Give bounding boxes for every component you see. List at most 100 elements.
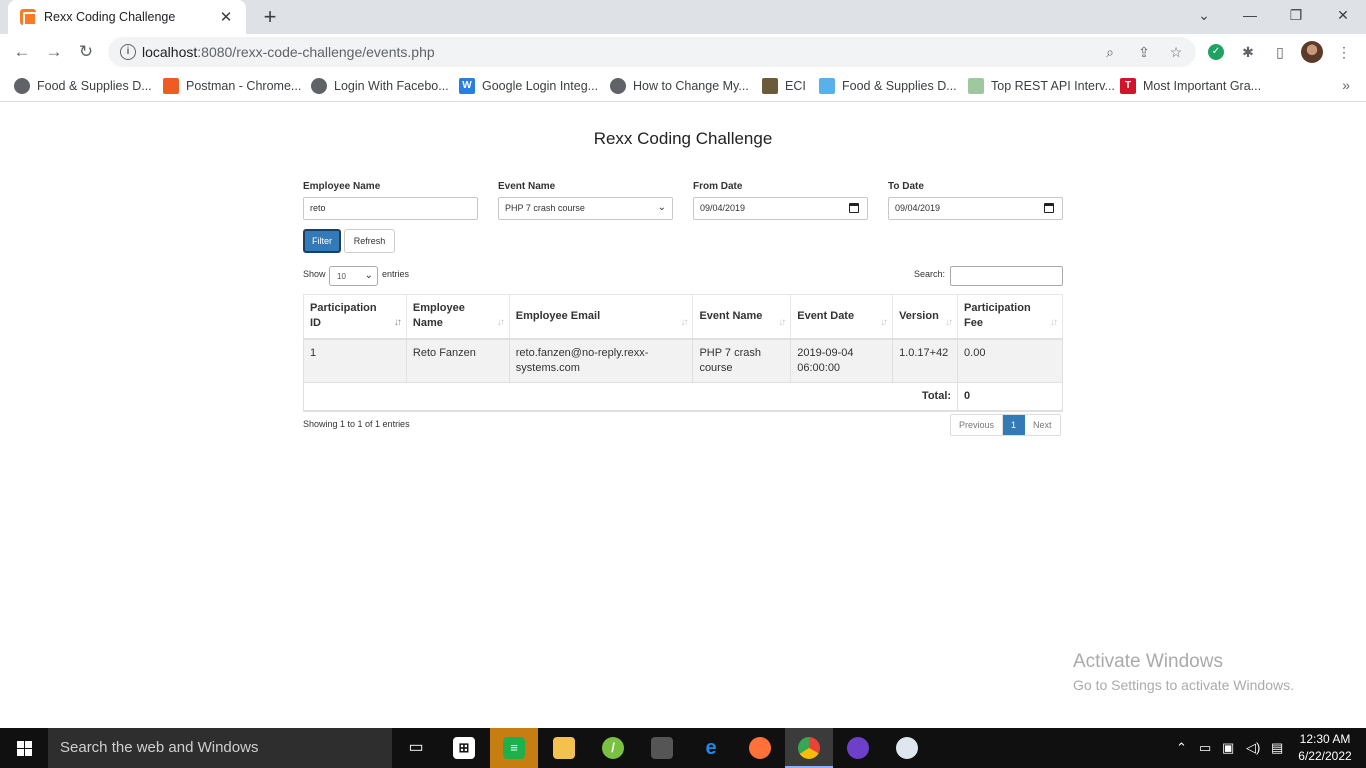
tab-search-icon[interactable]: ⌄ — [1181, 0, 1227, 32]
to-date-input[interactable]: 09/04/2019 — [888, 197, 1063, 220]
next-page-button[interactable]: Next — [1025, 415, 1060, 435]
vm-app-icon[interactable] — [638, 728, 686, 768]
events-table: Participation ID ↓↑ Employee Name ↓↑ Employe… — [302, 294, 1063, 412]
side-panel-icon[interactable]: ▯ — [1270, 42, 1290, 62]
profile-avatar[interactable] — [1301, 41, 1323, 63]
cell-employee-email: reto.fanzen@no-reply.rexx-systems.com — [508, 338, 693, 383]
close-window-button[interactable]: ✕ — [1320, 0, 1366, 32]
bookmark-item[interactable]: T Most Important Gra... — [1120, 76, 1261, 96]
task-view-icon[interactable]: ▭ — [392, 728, 440, 768]
network-icon[interactable]: ▣ — [1222, 728, 1234, 768]
cell-text: reto.fanzen@no-reply.rexx- — [515, 346, 649, 359]
share-icon[interactable]: ⇪ — [1134, 42, 1154, 62]
battery-icon[interactable]: ▭ — [1199, 728, 1211, 768]
store-icon[interactable]: ⊞ — [440, 728, 488, 768]
new-tab-button[interactable]: + — [258, 4, 282, 30]
site-info-icon[interactable]: i — [120, 44, 136, 60]
browser-toolbar: ← → ↻ i localhost:8080/rexx-code-challen… — [0, 34, 1366, 70]
browser-tab[interactable]: Rexx Coding Challenge ✕ — [8, 0, 246, 34]
calendar-icon[interactable] — [1044, 203, 1054, 213]
paint-icon[interactable] — [883, 728, 931, 768]
to-date-label: To Date — [888, 181, 924, 192]
zoom-icon[interactable]: ⌕ — [1100, 42, 1120, 62]
filter-button[interactable]: Filter — [303, 229, 341, 253]
taskbar-search-box[interactable]: Search the web and Windows — [48, 728, 392, 768]
header-label: Participation — [964, 302, 1031, 315]
tray-chevron-icon[interactable]: ⌃ — [1176, 728, 1187, 768]
volume-icon[interactable]: ◁) — [1246, 728, 1260, 768]
bookmark-item[interactable]: Postman - Chrome... — [163, 76, 301, 96]
app-green-icon[interactable]: ≡ — [490, 728, 538, 768]
reload-icon[interactable]: ↻ — [72, 38, 100, 66]
column-header-participation-id[interactable]: Participation ID ↓↑ — [303, 294, 407, 340]
column-header-participation-fee[interactable]: Participation Fee ↓↑ — [957, 294, 1063, 340]
bookmarks-overflow-icon[interactable]: » — [1342, 77, 1350, 93]
start-button[interactable] — [0, 728, 48, 768]
table-row: 1 Reto Fanzen reto.fanzen@no-reply.rexx-… — [303, 338, 1063, 383]
search-label: Search: — [914, 269, 946, 279]
bookmark-label: Top REST API Interv... — [991, 79, 1115, 93]
column-header-employee-email[interactable]: Employee Email ↓↑ — [508, 294, 693, 340]
table-info: Showing 1 to 1 of 1 entries — [303, 419, 410, 429]
entries-label: entries — [382, 269, 410, 279]
minimize-button[interactable]: — — [1227, 0, 1273, 32]
cell-participation-id: 1 — [303, 338, 407, 383]
restore-button[interactable]: ❐ — [1273, 0, 1319, 32]
editor-leaf-icon[interactable]: / — [589, 728, 637, 768]
github-icon[interactable] — [834, 728, 882, 768]
bookmark-label: How to Change My... — [633, 79, 749, 93]
column-header-version[interactable]: Version ↓↑ — [892, 294, 958, 340]
header-label: Participation — [310, 302, 377, 315]
chrome-icon[interactable] — [785, 728, 833, 768]
bookmark-star-icon[interactable]: ☆ — [1166, 42, 1186, 62]
watermark-subtitle: Go to Settings to activate Windows. — [1073, 677, 1294, 693]
bookmark-item[interactable]: Top REST API Interv... — [968, 76, 1115, 96]
firefox-icon[interactable] — [736, 728, 784, 768]
column-header-employee-name[interactable]: Employee Name ↓↑ — [405, 294, 510, 340]
bookmark-item[interactable]: ECI — [762, 76, 806, 96]
calendar-icon[interactable] — [849, 203, 859, 213]
edge-icon[interactable]: e — [687, 728, 735, 768]
header-label: Name — [412, 317, 443, 330]
page-1-button[interactable]: 1 — [1003, 415, 1026, 435]
extensions-puzzle-icon[interactable]: ✱ — [1238, 42, 1258, 62]
forward-icon[interactable]: → — [40, 38, 68, 66]
back-icon[interactable]: ← — [8, 38, 36, 66]
globe-icon — [14, 78, 30, 94]
extension-check-icon[interactable]: ✓ — [1208, 44, 1224, 60]
event-name-select[interactable]: PHP 7 crash course ⌄ — [498, 197, 673, 220]
cell-participation-fee: 0.00 — [957, 338, 1063, 383]
address-bar[interactable]: i localhost:8080/rexx-code-challenge/eve… — [108, 37, 1196, 67]
url-text[interactable]: localhost:8080/rexx-code-challenge/event… — [142, 44, 435, 60]
column-header-event-name[interactable]: Event Name ↓↑ — [692, 294, 791, 340]
bookmark-item[interactable]: Food & Supplies D... — [14, 76, 152, 96]
from-date-input[interactable]: 09/04/2019 — [693, 197, 868, 220]
bookmark-item[interactable]: Food & Supplies D... — [819, 76, 957, 96]
cell-event-name: PHP 7 crash course — [692, 338, 791, 383]
total-label: Total: — [302, 382, 958, 412]
employee-name-input[interactable]: reto — [303, 197, 478, 220]
bookmark-item[interactable]: How to Change My... — [610, 76, 749, 96]
bookmark-item[interactable]: Login With Facebo... — [311, 76, 449, 96]
sort-asc-icon: ↓↑ — [393, 316, 402, 328]
activate-windows-watermark: Activate Windows Go to Settings to activ… — [1073, 651, 1294, 693]
notifications-icon[interactable]: ▤ — [1271, 728, 1283, 768]
table-header-row: Participation ID ↓↑ Employee Name ↓↑ Employe… — [303, 294, 1063, 340]
chart-icon — [968, 78, 984, 94]
menu-kebab-icon[interactable]: ⋮ — [1334, 42, 1354, 62]
cell-text: 2019-09-04 — [797, 346, 854, 359]
table-search-input[interactable] — [950, 266, 1063, 286]
bookmark-item[interactable]: W Google Login Integ... — [459, 76, 598, 96]
tab-close-icon[interactable]: ✕ — [216, 8, 236, 26]
previous-page-button[interactable]: Previous — [951, 415, 1004, 435]
page-length-select[interactable]: 10 ⌄ — [329, 266, 378, 286]
file-explorer-icon[interactable] — [540, 728, 588, 768]
refresh-button[interactable]: Refresh — [344, 229, 395, 253]
total-value: 0 — [957, 382, 1063, 412]
header-label: Employee Email — [515, 309, 601, 322]
watermark-title: Activate Windows — [1073, 651, 1223, 672]
cell-text: PHP 7 crash — [699, 346, 761, 359]
column-header-event-date[interactable]: Event Date ↓↑ — [790, 294, 893, 340]
employee-name-label: Employee Name — [303, 181, 381, 192]
taskbar-clock[interactable]: 12:30 AM 6/22/2022 — [1294, 731, 1356, 765]
